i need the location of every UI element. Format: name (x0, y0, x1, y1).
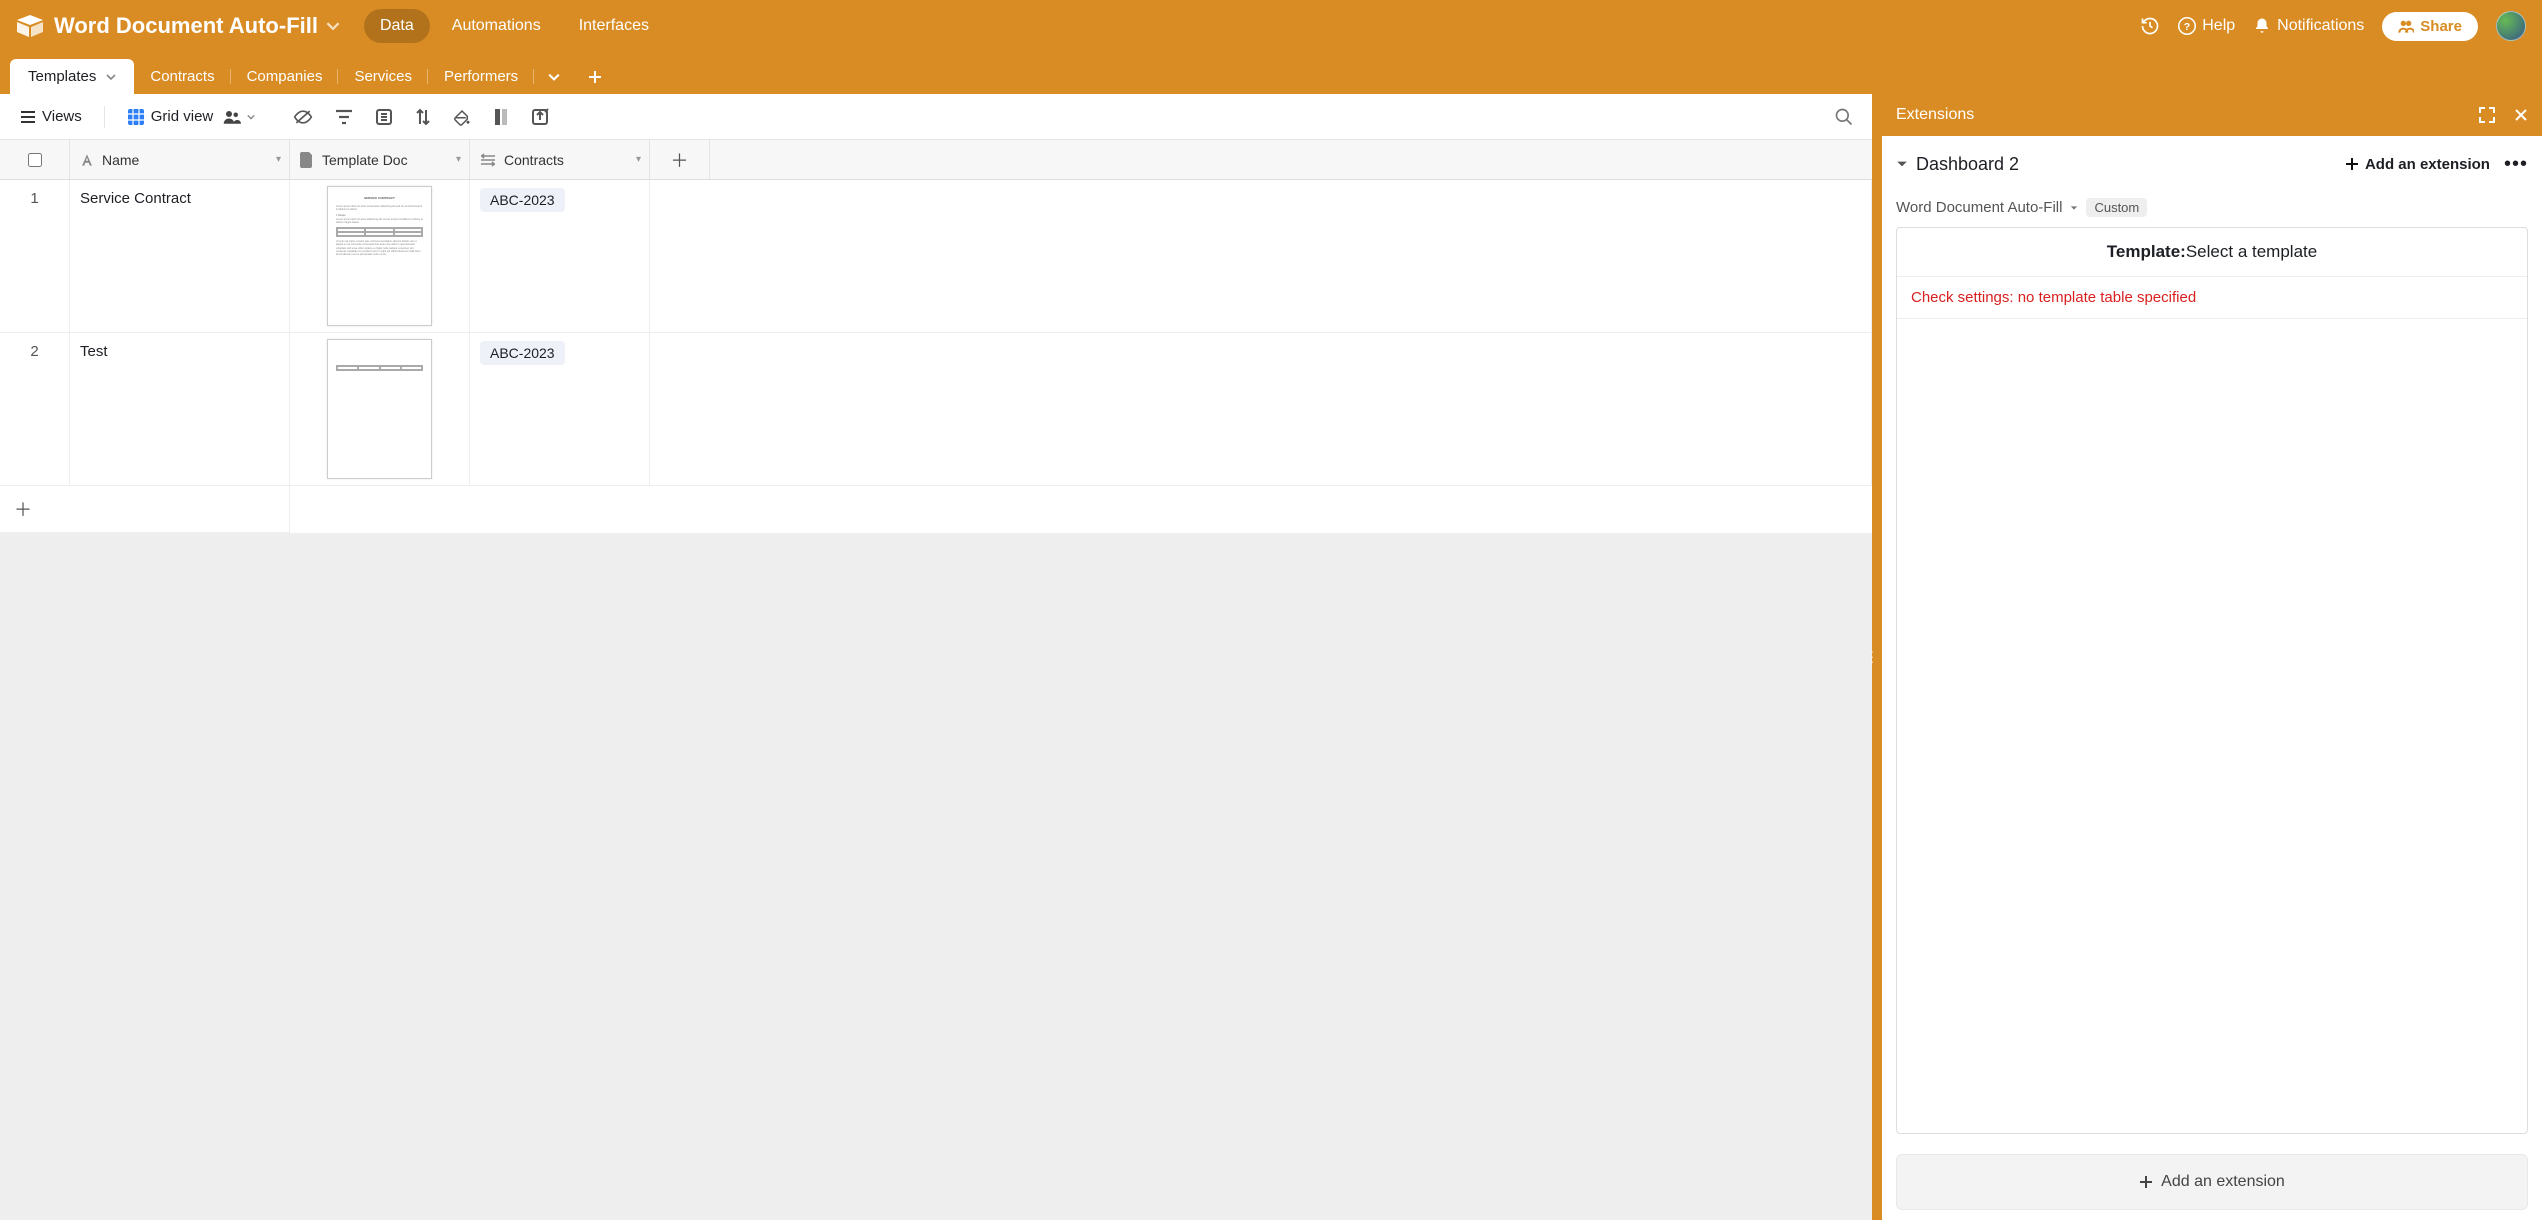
history-icon[interactable] (2140, 16, 2160, 36)
add-row-button[interactable]: ＋ (0, 486, 290, 533)
document-thumbnail (327, 339, 432, 479)
grid-icon (127, 108, 145, 126)
cell-contracts[interactable]: ABC-2023 (470, 180, 650, 332)
link-icon (480, 153, 496, 167)
share-view-icon[interactable] (531, 108, 549, 126)
grid: Name ▾ Template Doc ▾ Contracts ▾ ＋ (0, 140, 1872, 1220)
add-column-button[interactable]: ＋ (650, 140, 710, 179)
file-icon (300, 152, 314, 168)
chevron-down-icon[interactable] (2070, 204, 2078, 212)
row-number: 1 (0, 180, 70, 332)
notifications-button[interactable]: Notifications (2253, 17, 2364, 35)
close-icon[interactable] (2514, 108, 2528, 122)
hide-fields-icon[interactable] (293, 109, 313, 125)
base-icon (16, 12, 44, 40)
menu-icon (20, 109, 36, 125)
column-header-template-doc[interactable]: Template Doc ▾ (290, 140, 470, 179)
text-icon (80, 153, 94, 167)
select-all-checkbox[interactable] (0, 140, 70, 179)
cell-template-doc[interactable]: SERVICE CONTRACT Lorem ipsum dolor sit a… (290, 180, 470, 332)
nav-data[interactable]: Data (364, 9, 430, 43)
table-tab-contracts[interactable]: Contracts (134, 59, 230, 94)
base-name[interactable]: Word Document Auto-Fill (54, 13, 318, 39)
extension-name[interactable]: Word Document Auto-Fill (1896, 199, 2062, 216)
document-thumbnail: SERVICE CONTRACT Lorem ipsum dolor sit a… (327, 186, 432, 326)
chevron-down-icon[interactable] (326, 19, 340, 33)
grid-view-button[interactable]: Grid view (119, 102, 264, 132)
template-selector[interactable]: Template:Select a template (1897, 228, 2527, 277)
share-button[interactable]: Share (2382, 12, 2478, 41)
tables-more-icon[interactable] (534, 62, 574, 92)
column-header-contracts[interactable]: Contracts ▾ (470, 140, 650, 179)
filter-icon[interactable] (335, 109, 353, 125)
extensions-header: Extensions (1882, 94, 2542, 136)
table-tab-services[interactable]: Services (338, 59, 428, 94)
dashboard-title[interactable]: Dashboard 2 (1916, 154, 2019, 175)
table-tabs: Templates Contracts Companies Services P… (0, 52, 2542, 94)
nav-automations[interactable]: Automations (436, 9, 557, 43)
top-nav: Data Automations Interfaces (364, 9, 665, 43)
cell-name[interactable]: Service Contract (70, 180, 290, 332)
contract-pill[interactable]: ABC-2023 (480, 341, 565, 365)
chevron-down-icon (247, 113, 255, 121)
views-button[interactable]: Views (12, 102, 90, 131)
table-tab-companies[interactable]: Companies (231, 59, 339, 94)
group-icon[interactable] (375, 108, 393, 126)
plus-icon (2345, 157, 2359, 171)
table-tab-templates[interactable]: Templates (10, 59, 134, 94)
add-table-icon[interactable] (574, 61, 616, 93)
search-icon[interactable] (1828, 101, 1860, 133)
cell-contracts[interactable]: ABC-2023 (470, 333, 650, 485)
contract-pill[interactable]: ABC-2023 (480, 188, 565, 212)
people-icon (223, 110, 241, 124)
chevron-down-icon (106, 72, 116, 82)
nav-interfaces[interactable]: Interfaces (563, 9, 665, 43)
svg-text:?: ? (2184, 21, 2190, 33)
avatar[interactable] (2496, 11, 2526, 41)
pane-resize-handle[interactable]: ⋮⋮ (1872, 94, 1882, 1220)
custom-badge: Custom (2086, 198, 2147, 217)
expand-icon[interactable] (2478, 106, 2496, 124)
row-height-icon[interactable] (493, 108, 509, 126)
sort-icon[interactable] (415, 108, 431, 126)
add-extension-link[interactable]: Add an extension (2345, 156, 2490, 173)
add-extension-button[interactable]: Add an extension (1896, 1154, 2528, 1210)
table-tab-performers[interactable]: Performers (428, 59, 534, 94)
error-message: Check settings: no template table specif… (1897, 277, 2527, 319)
chevron-down-icon[interactable]: ▾ (276, 154, 281, 165)
view-toolbar: Views Grid view (0, 94, 1872, 140)
table-row[interactable]: 1 Service Contract SERVICE CONTRACT Lore… (0, 180, 1872, 333)
cell-name[interactable]: Test (70, 333, 290, 485)
chevron-down-icon[interactable]: ▾ (456, 154, 461, 165)
app-header: Word Document Auto-Fill Data Automations… (0, 0, 2542, 52)
column-header-name[interactable]: Name ▾ (70, 140, 290, 179)
cell-template-doc[interactable] (290, 333, 470, 485)
help-button[interactable]: ? Help (2178, 17, 2235, 35)
row-number: 2 (0, 333, 70, 485)
chevron-down-icon[interactable]: ▾ (636, 154, 641, 165)
collapse-icon[interactable] (1896, 158, 1908, 170)
more-icon[interactable]: ••• (2504, 153, 2528, 176)
color-icon[interactable] (453, 108, 471, 126)
extension-card: Template:Select a template Check setting… (1896, 227, 2528, 1134)
plus-icon (2139, 1175, 2153, 1189)
table-row[interactable]: 2 Test ABC-2023 (0, 333, 1872, 486)
